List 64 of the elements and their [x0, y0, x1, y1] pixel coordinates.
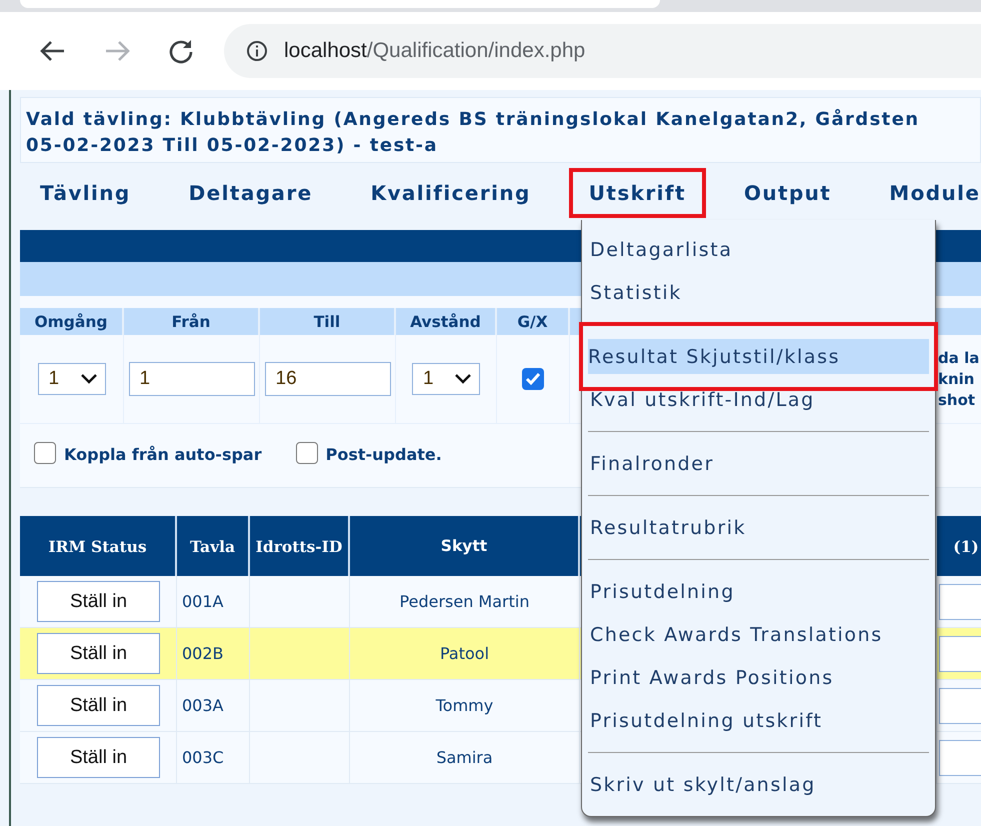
table-cell: Patool	[350, 628, 580, 680]
checkbox[interactable]	[296, 442, 318, 464]
column-header: Omgång	[20, 308, 124, 335]
select-field[interactable]: 1	[38, 363, 106, 395]
column-header: IRM Status	[20, 516, 177, 576]
column-header: Från	[124, 308, 260, 335]
table-cell: Pedersen Martin	[350, 576, 580, 628]
nav-menu-item[interactable]: Kvalificering	[350, 168, 551, 218]
nav-menu-item[interactable]: Deltagare	[168, 168, 333, 218]
column-header: Skytt	[350, 516, 580, 576]
menu-item[interactable]: Skriv ut skylt/anslag	[588, 763, 929, 806]
set-button[interactable]: Ställ in	[37, 685, 160, 726]
checkmark-icon	[525, 372, 541, 386]
menu-item[interactable]: Check Awards Translations	[588, 613, 929, 656]
menu-item[interactable]: Prisutdelning	[588, 570, 929, 613]
menu-item[interactable]: Resultatrubrik	[588, 506, 929, 549]
checkbox[interactable]	[34, 442, 56, 464]
input-field[interactable]: 1	[128, 362, 254, 396]
checkbox[interactable]	[522, 368, 544, 390]
menu-item[interactable]: Resultat Skjutstil/klass	[579, 322, 938, 391]
url-text: localhost/Qualification/index.php	[284, 39, 586, 63]
competition-info-text: 05-02-2023 Till 05-02-2023) - test-a	[26, 134, 439, 158]
menu-item[interactable]: Prisutdelning utskrift	[588, 699, 929, 742]
nav-menu-item[interactable]: Utskrift	[568, 168, 706, 218]
menu-item[interactable]: Print Awards Positions	[588, 656, 929, 699]
nav-menu-item[interactable]: Output	[724, 168, 852, 218]
column-header: Till	[260, 308, 396, 335]
input-field[interactable]	[939, 584, 981, 620]
cell-text: da la	[938, 348, 980, 368]
select-field[interactable]: 1	[412, 363, 480, 395]
table-cell: 003C	[177, 732, 250, 784]
column-header: (1)	[937, 516, 981, 576]
checkbox-label: Koppla från auto-spar	[64, 445, 262, 464]
chevron-down-icon	[80, 374, 96, 384]
input-field[interactable]: 16	[264, 362, 390, 396]
info-icon[interactable]	[246, 40, 268, 62]
table-cell: 001A	[177, 576, 250, 628]
nav-menu-item[interactable]: Module	[869, 168, 981, 218]
column-header: Avstånd	[396, 308, 497, 335]
menu-item[interactable]: Deltagarlista	[588, 228, 929, 271]
input-field[interactable]	[939, 740, 981, 776]
column-header: G/X	[497, 308, 570, 335]
competition-info-text: Vald tävling: Klubbtävling (Angereds BS träningslokal Kanelgatan2, Gårdsten	[26, 108, 921, 132]
address-bar[interactable]: localhost/Qualification/index.php	[224, 24, 981, 78]
set-button[interactable]: Ställ in	[37, 737, 160, 778]
table-cell: 003A	[177, 680, 250, 732]
input-field[interactable]	[939, 688, 981, 724]
input-field[interactable]	[939, 636, 981, 672]
set-button[interactable]: Ställ in	[37, 581, 160, 622]
checkbox-label: Post-update.	[326, 445, 442, 464]
column-header: Tavla	[177, 516, 250, 576]
column-header: Idrotts-ID	[250, 516, 350, 576]
reload-icon[interactable]	[168, 38, 194, 64]
menu-item[interactable]: Finalronder	[588, 442, 929, 485]
nav-menu-item[interactable]: Tävling	[20, 168, 151, 218]
menu-item[interactable]: Statistik	[588, 271, 929, 314]
table-cell: 002B	[177, 628, 250, 680]
table-cell: Tommy	[350, 680, 580, 732]
chevron-down-icon	[455, 374, 471, 384]
set-button[interactable]: Ställ in	[37, 633, 160, 674]
cell-text: shot	[938, 390, 976, 410]
back-icon[interactable]	[38, 39, 66, 63]
table-cell: Samira	[350, 732, 580, 784]
cell-text: knin	[938, 368, 976, 390]
